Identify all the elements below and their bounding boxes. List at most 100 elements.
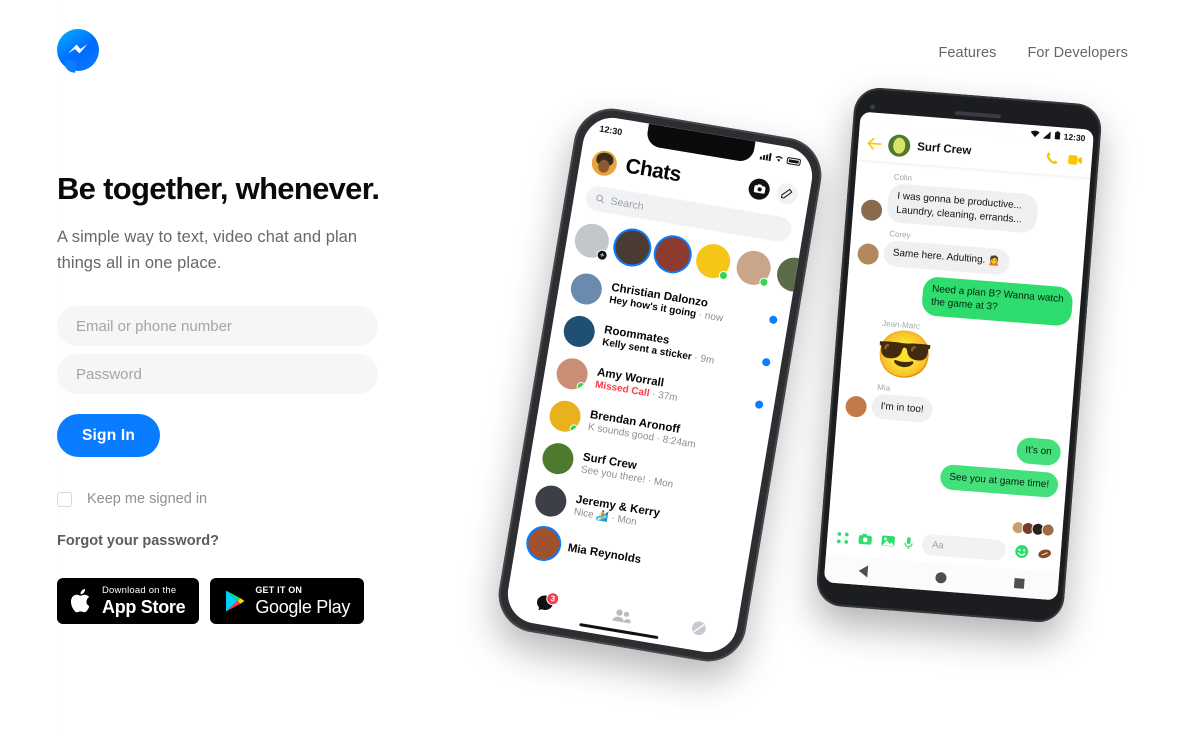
keep-signed-in-checkbox[interactable] [57,491,72,507]
avatar [844,395,868,418]
unread-dot [761,357,771,367]
smiley-icon[interactable] [1014,544,1029,559]
app-store-badge[interactable]: Download on the App Store [57,578,200,625]
message-bubble: It's on [1015,436,1062,466]
avatar [860,198,883,222]
chats-unread-badge: 3 [545,590,561,606]
camera-icon[interactable] [858,533,873,546]
wifi-icon [1031,130,1040,137]
iphone-screen: 12:30 Chats Search + Christian Dalonzo H… [503,113,817,657]
search-placeholder: Search [609,194,645,213]
battery-icon [1054,131,1061,140]
forgot-password-link[interactable]: Forgot your password? [57,533,219,549]
seen-by-avatars [1011,520,1056,538]
story-item[interactable] [653,234,693,274]
tab-chats[interactable]: 3 [535,590,561,617]
story-item[interactable] [734,248,774,288]
message-thread: Colin I was gonna be productive... Laund… [829,163,1090,538]
page-title: Be together, whenever. [57,171,380,206]
main-nav: Features For Developers [938,45,1128,61]
message-in: Colin I was gonna be productive... Laund… [860,170,1081,237]
wifi-icon [775,156,783,162]
signal-bars-icon [759,151,772,162]
google-play-icon [226,590,245,612]
input-placeholder: Aa [931,538,945,551]
camera-icon[interactable] [747,176,772,201]
avatar [856,242,880,265]
phone-icon[interactable] [1045,151,1059,165]
android-screen: 12:30 Surf Crew Colin I was gonna be pro… [823,111,1095,601]
avatar [547,398,583,435]
apple-icon [71,589,90,613]
sign-in-button[interactable]: Sign In [57,414,161,458]
chat-name: Mia Reynolds [566,541,643,566]
messenger-login-page: Features For Developers Be together, whe… [0,0,1183,736]
online-dot [718,270,729,281]
avatar [568,271,605,307]
hero-left-column: Be together, whenever. A simple way to t… [57,171,477,625]
password-field[interactable] [57,354,378,395]
conversation-actions [1045,151,1083,167]
video-camera-icon[interactable] [1067,153,1083,165]
online-dot [758,277,770,288]
unread-dot [768,315,778,325]
conversation-title: Surf Crew [916,141,972,158]
nav-link-features[interactable]: Features [938,45,996,61]
story-item[interactable] [774,255,814,295]
avatar [540,440,576,477]
avatar [554,355,590,392]
email-field[interactable] [57,306,378,347]
phone-mockups: 12:30 Chats Search + Christian Dalonzo H… [492,86,1165,715]
message-bubble: Need a plan B? Wanna watch the game at 3… [921,275,1074,327]
messenger-logo-icon[interactable] [57,29,99,73]
conversation-avatar[interactable] [887,133,912,158]
my-avatar[interactable] [590,148,619,178]
unread-dot [754,400,764,410]
tab-profile[interactable] [689,620,707,642]
iphone-mockup: 12:30 Chats Search + Christian Dalonzo H… [492,103,828,667]
ios-status-time: 12:30 [598,123,624,138]
chat-list: Christian Dalonzo Hey how's it going · n… [510,263,792,617]
android-back-icon[interactable] [858,564,869,578]
earpiece-speaker [954,111,1001,119]
football-sticker-icon[interactable] [1037,547,1052,559]
store-badges: Download on the App Store GET IT ON Goog… [57,578,378,625]
battery-icon [786,156,802,166]
login-form: Sign In Keep me signed in Forgot your pa… [57,306,378,625]
app-store-large-text: App Store [102,597,186,618]
message-bubble: I'm in too! [870,392,934,424]
online-dot [575,381,587,392]
google-play-large-text: Google Play [255,597,351,618]
text-input[interactable]: Aa [921,533,1007,561]
apps-grid-icon[interactable] [836,530,850,544]
hero-subtitle: A simple way to text, video chat and pla… [57,228,358,272]
front-camera-icon [870,103,876,110]
back-arrow-icon[interactable] [867,137,882,150]
microphone-icon[interactable] [904,536,914,550]
story-item[interactable] [612,227,652,268]
tab-people[interactable] [611,607,633,629]
ios-status-icons [759,151,802,166]
lightning-bolt-glyph [68,44,88,54]
story-your-story[interactable]: + [572,221,612,262]
cellular-signal-icon [1043,131,1052,139]
google-play-small-text: GET IT ON [255,585,303,596]
message-in-emoji: Jean-Marc 😎 [848,316,1070,390]
chats-title: Chats [623,154,683,187]
avatar-icon [691,621,706,636]
story-item[interactable] [693,241,733,281]
avatar [1041,523,1056,538]
add-story-icon[interactable]: + [595,248,609,262]
chats-header-actions [747,176,799,206]
photo-icon[interactable] [881,534,896,547]
search-icon [596,194,604,204]
android-recents-icon[interactable] [1013,578,1025,589]
compose-icon[interactable] [774,181,799,206]
google-play-badge[interactable]: GET IT ON Google Play [210,578,365,625]
android-mockup: 12:30 Surf Crew Colin I was gonna be pro… [814,86,1104,624]
nav-link-for-developers[interactable]: For Developers [1027,45,1128,61]
message-bubble: See you at game time! [939,463,1060,499]
keep-signed-in-row[interactable]: Keep me signed in [57,491,378,507]
keep-signed-in-label: Keep me signed in [87,491,208,508]
android-home-icon[interactable] [935,571,947,584]
